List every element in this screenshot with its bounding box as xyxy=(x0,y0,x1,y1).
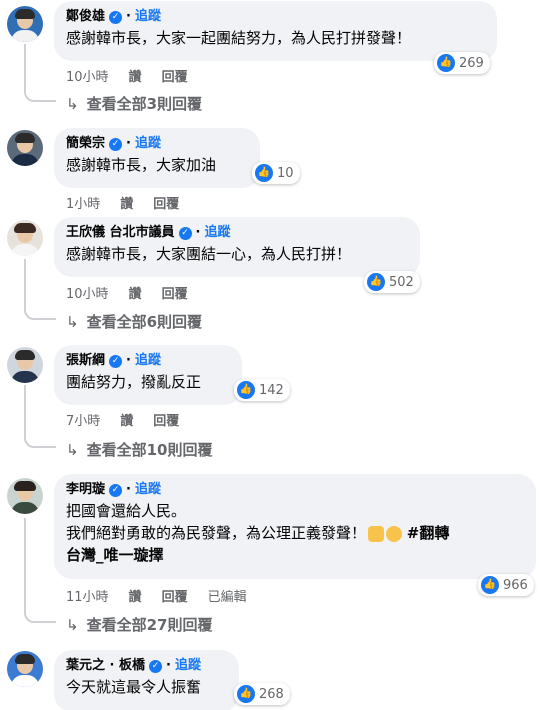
commenter-name[interactable]: 張斯綱 xyxy=(66,353,105,369)
reply-arrow-icon: ↳ xyxy=(66,615,79,634)
reply-button[interactable]: 回覆 xyxy=(153,410,179,429)
comment-text: 感謝韓市長，大家加油 xyxy=(66,156,217,174)
comment-time[interactable]: 11小時 xyxy=(66,586,109,605)
reply-arrow-icon: ↳ xyxy=(66,312,79,331)
comment-time[interactable]: 10小時 xyxy=(66,283,109,302)
thread-line xyxy=(24,518,56,623)
reaction-count[interactable]: 👍 269 xyxy=(434,52,490,74)
verified-badge-icon: ✓ xyxy=(149,659,162,673)
comment-time[interactable]: 10小時 xyxy=(66,66,109,85)
view-replies-link[interactable]: ↳ 查看全部27則回覆 xyxy=(66,614,212,635)
comment-bubble: 簡榮宗 ✓ · 追蹤 感謝韓市長，大家加油 xyxy=(54,128,260,188)
avatar[interactable] xyxy=(7,651,43,687)
follow-button[interactable]: 追蹤 xyxy=(135,482,161,498)
like-reaction-icon: 👍 xyxy=(237,685,255,703)
reaction-count[interactable]: 👍 142 xyxy=(234,379,290,401)
comment-bubble: 鄭俊雄 ✓ · 追蹤 感謝韓市長，大家一起團結努力，為人民打拼發聲！ xyxy=(54,1,497,61)
avatar[interactable] xyxy=(7,6,43,42)
comment-actions: 10小時 讚 回覆 xyxy=(66,66,208,85)
reply-button[interactable]: 回覆 xyxy=(162,586,188,605)
reply-arrow-icon: ↳ xyxy=(66,94,79,113)
view-replies-link[interactable]: ↳ 查看全部10則回覆 xyxy=(66,439,212,460)
avatar[interactable] xyxy=(7,478,43,514)
view-replies-link[interactable]: ↳ 查看全部6則回覆 xyxy=(66,311,202,332)
avatar[interactable] xyxy=(7,130,43,166)
like-button[interactable]: 讚 xyxy=(120,410,133,429)
comment-bubble: 王欣儀 台北市議員 ✓ · 追蹤 感謝韓市長，大家團結一心，為人民打拼！ xyxy=(54,217,420,277)
hashtag-link[interactable]: #翻轉 xyxy=(407,524,450,542)
comment-time[interactable]: 7小時 xyxy=(66,410,100,429)
comment-text: 團結努力，撥亂反正 xyxy=(66,373,202,391)
flexed-biceps-emoji-icon xyxy=(368,525,385,542)
thread-line xyxy=(24,44,56,102)
like-reaction-icon: 👍 xyxy=(255,164,273,182)
like-button[interactable]: 讚 xyxy=(129,283,142,302)
like-reaction-icon: 👍 xyxy=(237,381,255,399)
like-button[interactable]: 讚 xyxy=(129,586,142,605)
reply-button[interactable]: 回覆 xyxy=(153,193,179,212)
follow-button[interactable]: 追蹤 xyxy=(175,658,201,674)
comment-text-line: 我們絕對勇敢的為民發聲，為公理正義發聲！ #翻轉 xyxy=(66,524,450,542)
avatar[interactable] xyxy=(7,347,43,383)
commenter-name[interactable]: 葉元之 · 板橋 xyxy=(66,658,145,674)
like-button[interactable]: 讚 xyxy=(120,193,133,212)
comment-time[interactable]: 1小時 xyxy=(66,193,100,212)
comment-actions: 1小時 讚 回覆 xyxy=(66,193,199,212)
reaction-count[interactable]: 👍 966 xyxy=(478,574,534,596)
smiling-face-emoji-icon xyxy=(386,525,403,542)
like-reaction-icon: 👍 xyxy=(481,576,499,594)
comment-actions: 11小時 讚 回覆 已編輯 xyxy=(66,586,267,605)
comment-bubble: 葉元之 · 板橋 ✓ · 追蹤 今天就這最令人振奮 xyxy=(54,650,239,710)
commenter-name[interactable]: 王欣儀 台北市議員 xyxy=(66,225,175,241)
commenter-name[interactable]: 鄭俊雄 xyxy=(66,9,105,25)
verified-badge-icon: ✓ xyxy=(178,226,192,240)
comment-bubble: 張斯綱 ✓ · 追蹤 團結努力，撥亂反正 xyxy=(54,345,242,405)
reply-button[interactable]: 回覆 xyxy=(162,283,188,302)
comment-text-line: 台灣_唯一璇擇 xyxy=(66,544,524,566)
reaction-count[interactable]: 👍 268 xyxy=(234,683,290,705)
view-replies-link[interactable]: ↳ 查看全部3則回覆 xyxy=(66,93,202,114)
like-button[interactable]: 讚 xyxy=(129,66,142,85)
verified-badge-icon: ✓ xyxy=(109,10,123,24)
thread-line xyxy=(24,385,56,448)
commenter-name[interactable]: 簡榮宗 xyxy=(66,136,105,152)
reaction-count[interactable]: 👍 502 xyxy=(364,271,420,293)
follow-button[interactable]: 追蹤 xyxy=(204,225,230,241)
like-reaction-icon: 👍 xyxy=(437,54,455,72)
verified-badge-icon: ✓ xyxy=(109,137,123,151)
verified-badge-icon: ✓ xyxy=(109,483,123,497)
commenter-name[interactable]: 李明璇 xyxy=(66,482,105,498)
thread-line xyxy=(24,259,56,320)
verified-badge-icon: ✓ xyxy=(109,354,123,368)
reaction-count[interactable]: 👍 10 xyxy=(252,162,300,184)
comment-actions: 7小時 讚 回覆 xyxy=(66,410,199,429)
follow-button[interactable]: 追蹤 xyxy=(135,353,161,369)
comment-bubble: 李明璇 ✓ · 追蹤 把國會還給人民。 我們絕對勇敢的為民發聲，為公理正義發聲！… xyxy=(54,474,536,579)
edited-label[interactable]: 已編輯 xyxy=(208,586,247,605)
comment-text: 感謝韓市長，大家一起團結努力，為人民打拼發聲！ xyxy=(66,29,412,47)
reply-arrow-icon: ↳ xyxy=(66,440,79,459)
follow-button[interactable]: 追蹤 xyxy=(135,136,161,152)
avatar[interactable] xyxy=(7,220,43,256)
hashtag-link[interactable]: 台灣_唯一璇擇 xyxy=(66,546,164,564)
comment-text: 今天就這最令人振奮 xyxy=(66,678,202,696)
follow-button[interactable]: 追蹤 xyxy=(135,9,161,25)
comment-text: 感謝韓市長，大家團結一心，為人民打拼！ xyxy=(66,245,352,263)
comment-actions: 10小時 讚 回覆 xyxy=(66,283,208,302)
like-reaction-icon: 👍 xyxy=(367,273,385,291)
comment-text-line: 把國會還給人民。 xyxy=(66,502,187,520)
reply-button[interactable]: 回覆 xyxy=(162,66,188,85)
